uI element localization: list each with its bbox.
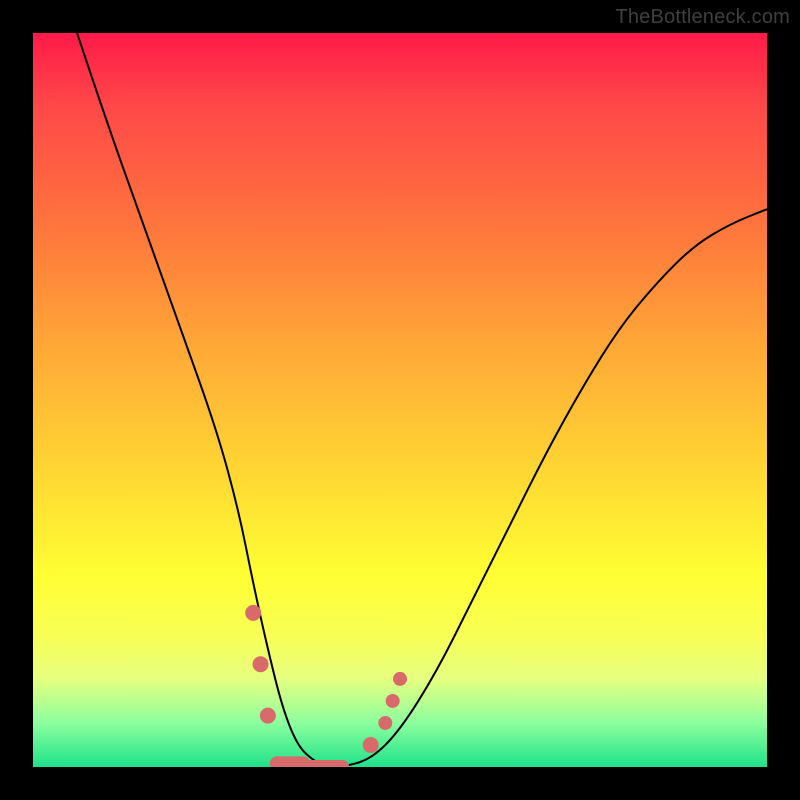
watermark-text: TheBottleneck.com (615, 6, 790, 29)
marker-dot (245, 605, 261, 621)
curve-markers (245, 605, 407, 767)
marker-dot (378, 716, 392, 730)
marker-dot (260, 708, 276, 724)
chart-svg (33, 33, 767, 767)
bottleneck-curve (77, 33, 767, 767)
marker-dot (363, 737, 379, 753)
marker-dot (393, 672, 407, 686)
marker-dot (253, 656, 269, 672)
marker-pill (304, 760, 349, 767)
marker-dot (386, 694, 400, 708)
marker-pill (270, 756, 310, 767)
